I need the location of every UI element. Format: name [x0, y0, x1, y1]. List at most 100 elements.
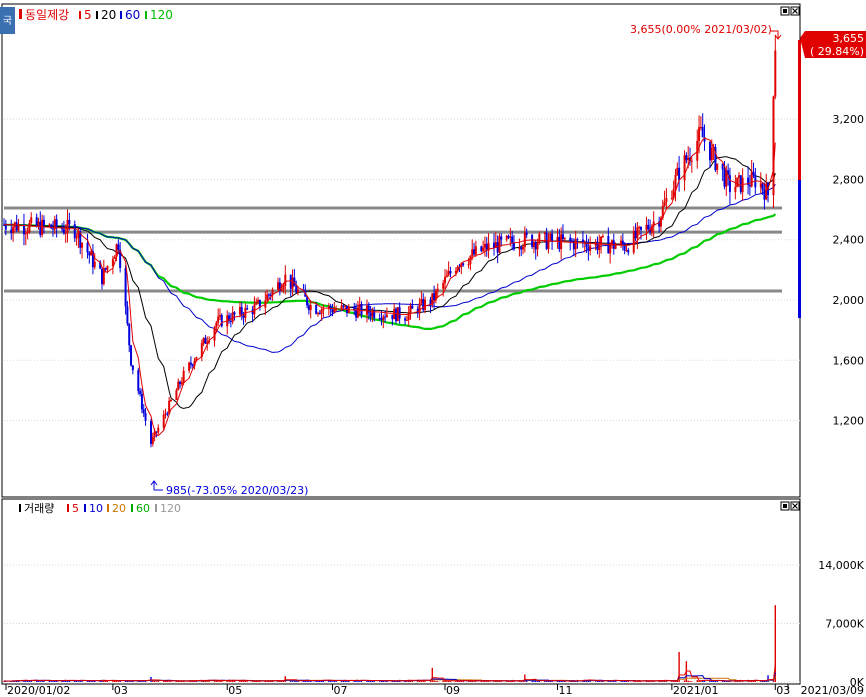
- candle-body[interactable]: [231, 312, 234, 322]
- candle-body[interactable]: [68, 219, 71, 225]
- volume-bar[interactable]: [346, 680, 348, 682]
- candle-body[interactable]: [509, 236, 512, 238]
- candle-body[interactable]: [151, 437, 154, 444]
- candle-body[interactable]: [701, 126, 704, 138]
- candle-body[interactable]: [445, 275, 448, 278]
- candle-body[interactable]: [124, 267, 127, 307]
- close-volume-pane-icon[interactable]: [790, 501, 800, 511]
- candle-body[interactable]: [505, 235, 508, 240]
- volume-bar[interactable]: [155, 681, 158, 682]
- candle-body[interactable]: [333, 309, 336, 313]
- candle-body[interactable]: [180, 382, 183, 385]
- candle-body[interactable]: [708, 141, 711, 161]
- candle-body[interactable]: [640, 226, 642, 230]
- candle-body[interactable]: [482, 247, 485, 252]
- volume-bar[interactable]: [359, 681, 361, 682]
- candle-body[interactable]: [538, 233, 541, 244]
- candle-body[interactable]: [104, 268, 107, 270]
- candle-body[interactable]: [28, 223, 31, 232]
- volume-bar[interactable]: [284, 676, 286, 682]
- candle-body[interactable]: [498, 236, 501, 253]
- candle-body[interactable]: [50, 224, 53, 229]
- volume-bar[interactable]: [310, 681, 312, 682]
- candle-body[interactable]: [752, 172, 755, 176]
- candle-body[interactable]: [500, 236, 503, 240]
- candle-body[interactable]: [480, 246, 483, 252]
- volume-bar[interactable]: [230, 680, 232, 682]
- volume-bar[interactable]: [525, 680, 528, 682]
- candle-body[interactable]: [66, 219, 69, 233]
- candle-body[interactable]: [710, 147, 713, 161]
- candle-body[interactable]: [342, 305, 345, 307]
- candle-body[interactable]: [385, 314, 388, 317]
- candle-body[interactable]: [759, 183, 762, 188]
- candle-body[interactable]: [48, 224, 51, 226]
- candle-body[interactable]: [698, 127, 701, 141]
- candle-body[interactable]: [128, 323, 131, 346]
- candle-body[interactable]: [763, 189, 766, 200]
- candle-body[interactable]: [179, 381, 182, 385]
- volume-bar[interactable]: [86, 681, 89, 682]
- candle-body[interactable]: [638, 226, 641, 228]
- candle-body[interactable]: [678, 167, 681, 181]
- candle-body[interactable]: [444, 277, 446, 283]
- candle-body[interactable]: [81, 243, 84, 248]
- candle-body[interactable]: [676, 167, 679, 176]
- candle-body[interactable]: [589, 245, 592, 251]
- volume-bar[interactable]: [391, 681, 394, 682]
- volume-bar[interactable]: [689, 680, 691, 682]
- candle-body[interactable]: [229, 320, 232, 322]
- candle-body[interactable]: [55, 219, 58, 229]
- volume-bar[interactable]: [378, 681, 381, 682]
- candle-body[interactable]: [253, 304, 256, 315]
- volume-bar[interactable]: [280, 681, 283, 682]
- candle-body[interactable]: [137, 370, 140, 392]
- candle-body[interactable]: [12, 226, 15, 234]
- candle-body[interactable]: [75, 237, 78, 239]
- candle-body[interactable]: [101, 268, 103, 285]
- candle-body[interactable]: [493, 242, 495, 248]
- candle-body[interactable]: [246, 308, 249, 310]
- candle-body[interactable]: [378, 318, 381, 320]
- volume-bar[interactable]: [279, 681, 281, 682]
- candle-body[interactable]: [473, 249, 476, 255]
- candle-body[interactable]: [238, 307, 241, 315]
- candle-body[interactable]: [738, 175, 740, 178]
- candle-body[interactable]: [10, 229, 13, 234]
- candle-body[interactable]: [93, 261, 96, 268]
- candle-body[interactable]: [471, 249, 474, 256]
- candle-body[interactable]: [177, 381, 180, 391]
- candle-body[interactable]: [774, 50, 777, 97]
- volume-bar[interactable]: [170, 681, 172, 682]
- volume-bar[interactable]: [26, 681, 29, 682]
- candle-body[interactable]: [30, 217, 33, 224]
- candle-body[interactable]: [88, 252, 91, 256]
- candle-body[interactable]: [52, 228, 54, 230]
- volume-bar[interactable]: [99, 681, 101, 682]
- volume-bar[interactable]: [117, 681, 120, 682]
- candle-body[interactable]: [257, 299, 260, 303]
- volume-bar[interactable]: [153, 680, 156, 682]
- candle-body[interactable]: [442, 282, 445, 289]
- candle-body[interactable]: [558, 237, 561, 250]
- close-pane-icon[interactable]: [790, 6, 800, 16]
- volume-bar[interactable]: [703, 680, 706, 682]
- candle-body[interactable]: [289, 274, 292, 289]
- candle-body[interactable]: [665, 198, 668, 202]
- candle-body[interactable]: [380, 318, 383, 320]
- candle-body[interactable]: [318, 313, 321, 315]
- candle-body[interactable]: [106, 266, 109, 270]
- candle-body[interactable]: [242, 315, 245, 318]
- volume-bar[interactable]: [449, 681, 452, 682]
- candle-body[interactable]: [734, 186, 737, 193]
- volume-bar[interactable]: [446, 681, 448, 682]
- volume-bar[interactable]: [741, 681, 744, 682]
- candle-body[interactable]: [188, 362, 191, 371]
- candle-body[interactable]: [512, 242, 515, 250]
- candle-body[interactable]: [525, 232, 528, 236]
- candle-body[interactable]: [62, 229, 65, 234]
- candle-body[interactable]: [126, 306, 129, 324]
- candle-body[interactable]: [474, 246, 477, 255]
- candle-body[interactable]: [255, 302, 258, 305]
- candle-body[interactable]: [320, 309, 323, 314]
